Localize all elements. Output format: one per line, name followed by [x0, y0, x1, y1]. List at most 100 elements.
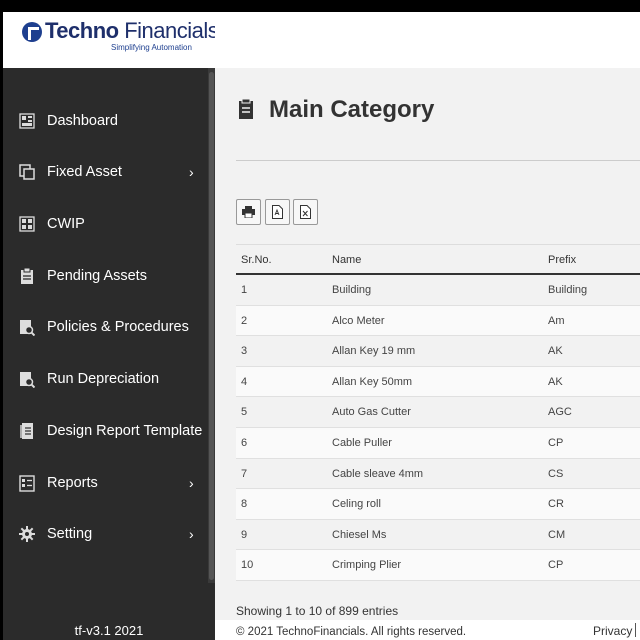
top-bar	[0, 0, 640, 12]
table-header: Sr.No. Name Prefix	[236, 244, 640, 275]
table-row[interactable]: 7 Cable sleave 4mm CS	[236, 458, 640, 490]
cell-name: Crimping Plier	[332, 559, 402, 572]
cell-name: Alco Meter	[332, 314, 385, 327]
sidebar-item-policies-procedures[interactable]: Policies & Procedures	[3, 307, 208, 347]
sidebar-scrollbar[interactable]	[208, 68, 215, 583]
cell-srno: 5	[241, 406, 248, 419]
cell-name: Building	[332, 284, 372, 296]
run-depreciation-icon	[18, 370, 36, 388]
sidebar-item-label: Policies & Procedures	[47, 319, 189, 335]
table-row[interactable]: 10 Crimping Plier CP	[236, 550, 640, 581]
excel-button[interactable]	[293, 199, 318, 225]
cell-name: Celing roll	[332, 498, 381, 511]
brand-name-bold: Techno	[45, 18, 119, 43]
pdf-button[interactable]	[265, 199, 290, 225]
cell-srno: 2	[241, 314, 248, 327]
gear-icon	[18, 525, 36, 543]
cell-prefix: AGC	[548, 406, 572, 419]
cell-prefix: CS	[548, 467, 564, 480]
print-button[interactable]	[236, 199, 261, 225]
brand-tagline: Simplifying Automation	[111, 43, 192, 52]
sidebar-item-setting[interactable]: Setting ›	[3, 514, 208, 554]
footer: © 2021 TechnoFinancials. All rights rese…	[215, 620, 640, 640]
report-template-icon	[18, 422, 36, 440]
sidebar-item-run-depreciation[interactable]: Run Depreciation	[3, 359, 208, 399]
chevron-right-icon: ›	[189, 526, 194, 542]
cell-name: Allan Key 50mm	[332, 375, 413, 388]
version-label: tf-v3.1 2021	[3, 620, 215, 640]
cell-srno: 1	[241, 284, 248, 296]
clipboard-icon	[237, 98, 255, 120]
page-title: Main Category	[269, 96, 435, 123]
cell-name: Allan Key 19 mm	[332, 345, 416, 358]
excel-icon	[300, 205, 311, 219]
cell-prefix: CM	[548, 528, 566, 541]
table-row[interactable]: 4 Allan Key 50mm AK	[236, 366, 640, 398]
cell-prefix: Am	[548, 314, 565, 327]
fixed-asset-icon	[18, 163, 36, 181]
cell-name: Auto Gas Cutter	[332, 406, 411, 419]
sidebar-item-label: CWIP	[47, 216, 85, 232]
chevron-right-icon: ›	[189, 475, 194, 491]
reports-icon	[18, 474, 36, 492]
main-content: Main Category Sr.No. Name Prefix 1 Buildi…	[215, 68, 640, 620]
column-header-prefix[interactable]: Prefix	[548, 254, 576, 266]
copyright-text: © 2021 TechnoFinancials. All rights rese…	[236, 626, 467, 638]
cell-srno: 3	[241, 345, 248, 358]
sidebar-item-reports[interactable]: Reports ›	[3, 463, 208, 503]
cell-prefix: AK	[548, 345, 563, 358]
pdf-icon	[272, 205, 283, 219]
cwip-icon	[18, 215, 36, 233]
cell-srno: 8	[241, 498, 248, 511]
logo[interactable]: Techno Financials Simplifying Automation	[3, 12, 219, 68]
sidebar: Dashboard Fixed Asset › CWIP Pending Ass…	[3, 68, 215, 620]
cell-prefix: CR	[548, 498, 564, 511]
sidebar-item-cwip[interactable]: CWIP	[3, 204, 208, 244]
brand-name-light: Financials	[118, 18, 219, 43]
dashboard-icon	[18, 112, 36, 130]
cell-name: Chiesel Ms	[332, 528, 387, 541]
cell-prefix: AK	[548, 375, 563, 388]
pending-assets-icon	[18, 267, 36, 285]
title-divider	[236, 160, 640, 161]
header	[215, 12, 640, 68]
table-row[interactable]: 1 Building Building	[236, 275, 640, 306]
cell-name: Cable Puller	[332, 436, 392, 449]
table-row[interactable]: 9 Chiesel Ms CM	[236, 519, 640, 551]
table-row[interactable]: 6 Cable Puller CP	[236, 427, 640, 459]
table-row[interactable]: 5 Auto Gas Cutter AGC	[236, 397, 640, 428]
sidebar-item-design-report-template[interactable]: Design Report Template	[3, 411, 208, 451]
cell-prefix: CP	[548, 559, 564, 572]
sidebar-item-label: Dashboard	[47, 113, 118, 129]
chevron-right-icon: ›	[189, 164, 194, 180]
cell-srno: 10	[241, 559, 254, 572]
cell-srno: 4	[241, 375, 248, 388]
entries-info: Showing 1 to 10 of 899 entries	[236, 604, 399, 618]
table-row[interactable]: 3 Allan Key 19 mm AK	[236, 336, 640, 367]
cell-srno: 9	[241, 528, 248, 541]
column-header-srno[interactable]: Sr.No.	[241, 254, 272, 266]
sidebar-scrollbar-thumb[interactable]	[209, 72, 214, 580]
brand-name: Techno Financials	[45, 18, 219, 44]
sidebar-item-fixed-asset[interactable]: Fixed Asset ›	[3, 152, 208, 192]
sidebar-item-dashboard[interactable]: Dashboard	[3, 101, 208, 141]
column-header-name[interactable]: Name	[332, 254, 361, 266]
table-row[interactable]: 8 Celing roll CR	[236, 489, 640, 520]
sidebar-item-label: Run Depreciation	[47, 371, 160, 387]
policies-icon	[18, 318, 36, 336]
sidebar-item-label: Setting	[47, 526, 93, 542]
cell-prefix: Building	[548, 284, 588, 296]
cell-srno: 7	[241, 467, 248, 480]
sidebar-item-pending-assets[interactable]: Pending Assets	[3, 256, 208, 296]
sidebar-item-label: Fixed Asset	[47, 164, 122, 180]
category-table: Sr.No. Name Prefix 1 Building Building 2 Al…	[236, 244, 640, 581]
footer-separator	[635, 623, 636, 637]
table-row[interactable]: 2 Alco Meter Am	[236, 305, 640, 337]
print-icon	[242, 206, 255, 218]
logo-mark-icon	[22, 22, 42, 42]
sidebar-item-label: Pending Assets	[47, 268, 147, 284]
sidebar-item-label: Design Report Template	[47, 423, 203, 439]
privacy-link[interactable]: Privacy	[593, 624, 632, 638]
sidebar-item-label: Reports	[47, 475, 98, 491]
cell-srno: 6	[241, 436, 248, 449]
